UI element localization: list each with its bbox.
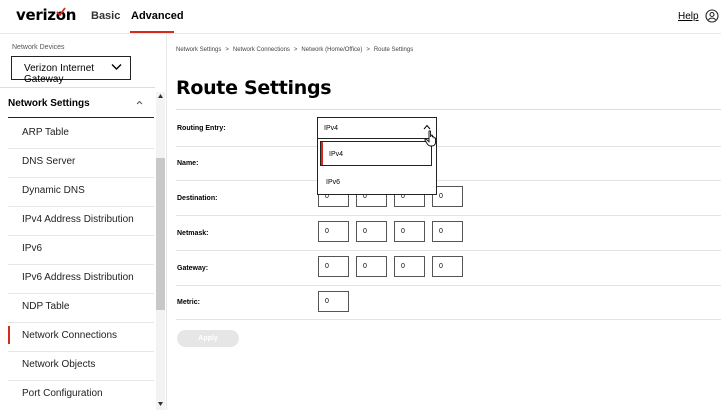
chevron-up-icon[interactable]	[136, 100, 143, 105]
breadcrumb-separator: >	[366, 47, 370, 53]
dropdown-option-ipv4[interactable]: IPv4	[320, 141, 432, 166]
metric-label: Metric:	[177, 299, 200, 306]
scroll-up-arrow-icon[interactable]	[158, 94, 163, 98]
verizon-logo[interactable]: verizon	[16, 6, 76, 24]
sidebar-item-network-objects[interactable]: Network Objects	[22, 359, 95, 370]
netmask-octet-2[interactable]: 0	[356, 221, 387, 242]
section-underline	[8, 117, 154, 118]
sidebar-item-ipv6[interactable]: IPv6	[22, 243, 42, 254]
sidebar-item-ndp-table[interactable]: NDP Table	[22, 301, 69, 312]
breadcrumb-network-connections[interactable]: Network Connections	[233, 47, 290, 53]
breadcrumb-route-settings: Route Settings	[373, 47, 414, 53]
logo-check-icon	[56, 7, 66, 17]
metric-input[interactable]: 0	[318, 291, 349, 312]
breadcrumb-network-home-office[interactable]: Network (Home/Office)	[301, 47, 362, 53]
routing-entry-select[interactable]: IPv4	[317, 117, 437, 139]
routing-entry-label: Routing Entry:	[177, 125, 226, 132]
sidebar-separator	[8, 351, 154, 352]
name-label: Name:	[177, 160, 199, 167]
sidebar-section-network-settings[interactable]: Network Settings	[8, 98, 90, 109]
sidebar-separator	[8, 206, 154, 207]
top-bar: verizon Basic Advanced Help	[0, 0, 721, 33]
title-divider	[176, 109, 721, 110]
hand-cursor-icon	[424, 130, 437, 147]
netmask-label: Netmask:	[177, 230, 209, 237]
routing-entry-value: IPv4	[324, 125, 339, 132]
sidebar-separator	[8, 264, 154, 265]
netmask-octet-3[interactable]: 0	[394, 221, 425, 242]
breadcrumb-network-settings[interactable]: Network Settings	[176, 47, 221, 53]
netmask-octet-1[interactable]: 0	[318, 221, 349, 242]
sidebar-separator	[8, 293, 154, 294]
scroll-down-arrow-icon[interactable]	[158, 402, 163, 406]
breadcrumb-separator: >	[225, 47, 229, 53]
gateway-octet-2[interactable]: 0	[356, 256, 387, 277]
sidebar-separator	[8, 322, 154, 323]
active-item-indicator	[8, 326, 10, 344]
routing-entry-dropdown: IPv4 IPv6	[317, 138, 437, 195]
sidebar-separator	[8, 148, 154, 149]
sidebar-item-ipv4-address-distribution[interactable]: IPv4 Address Distribution	[22, 214, 134, 225]
gateway-octet-3[interactable]: 0	[394, 256, 425, 277]
sidebar-scrollbar-thumb[interactable]	[156, 158, 165, 310]
breadcrumb-separator: >	[293, 47, 298, 53]
row-divider	[176, 250, 721, 251]
row-divider	[176, 146, 721, 147]
sidebar-separator	[8, 235, 154, 236]
gateway-label: Gateway:	[177, 265, 209, 272]
main-content: Network Settings > Network Connections > Net…	[166, 34, 721, 410]
sidebar-item-dynamic-dns[interactable]: Dynamic DNS	[22, 185, 85, 196]
chevron-down-icon	[111, 64, 122, 70]
breadcrumb: Network Settings > Network Connections > Net…	[176, 47, 413, 53]
row-divider	[176, 285, 721, 286]
tab-basic[interactable]: Basic	[91, 10, 120, 22]
sidebar-separator	[8, 177, 154, 178]
tab-advanced[interactable]: Advanced	[131, 10, 184, 22]
help-link[interactable]: Help	[678, 11, 699, 22]
gateway-octet-1[interactable]: 0	[318, 256, 349, 277]
row-divider	[176, 215, 721, 216]
sidebar-divider	[0, 87, 155, 88]
sidebar-item-network-connections[interactable]: Network Connections	[22, 330, 117, 341]
page-title: Route Settings	[176, 77, 332, 99]
network-devices-label: Network Devices	[12, 44, 65, 51]
sidebar: Network Devices Verizon Internet Gateway…	[0, 34, 167, 410]
selected-option-indicator	[321, 142, 323, 165]
apply-button[interactable]: Apply	[177, 330, 239, 347]
sidebar-item-ipv6-address-distribution[interactable]: IPv6 Address Distribution	[22, 272, 134, 283]
sidebar-item-arp-table[interactable]: ARP Table	[22, 127, 69, 138]
sidebar-separator	[8, 380, 154, 381]
destination-label: Destination:	[177, 195, 218, 202]
user-icon[interactable]	[705, 9, 719, 23]
device-select[interactable]: Verizon Internet Gateway	[11, 56, 131, 85]
sidebar-item-port-configuration[interactable]: Port Configuration	[22, 388, 103, 399]
row-divider	[176, 319, 721, 320]
netmask-octet-4[interactable]: 0	[432, 221, 463, 242]
row-divider	[176, 180, 721, 181]
sidebar-item-dns-server[interactable]: DNS Server	[22, 156, 75, 167]
dropdown-option-label: IPv4	[329, 151, 344, 158]
gateway-octet-4[interactable]: 0	[432, 256, 463, 277]
dropdown-option-ipv6[interactable]: IPv6	[326, 179, 340, 186]
